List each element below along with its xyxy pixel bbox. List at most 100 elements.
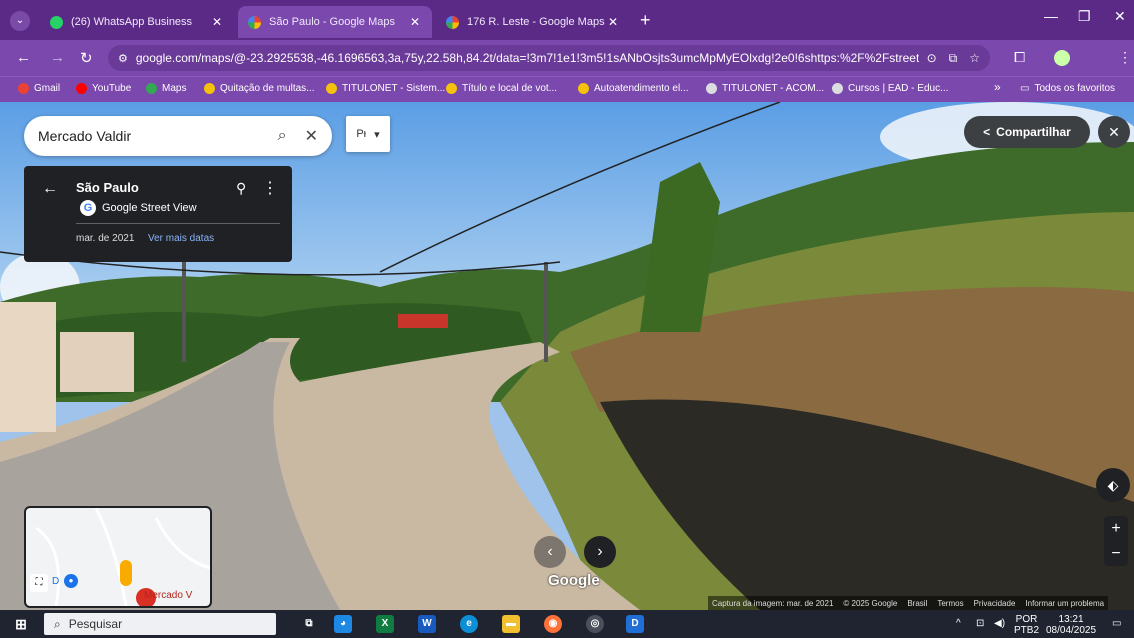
terms-link[interactable]: Termos (937, 599, 963, 608)
clock[interactable]: 13:21 08/04/2025 (1046, 614, 1096, 636)
street-view-info-card: ← São Paulo G Google Street View ⚲ ⋮ mar.… (24, 166, 292, 262)
maps-icon (248, 15, 261, 29)
location-icon[interactable]: ⊙ (927, 51, 937, 66)
tab-label: 176 R. Leste - Google Maps (467, 16, 605, 28)
new-tab-button[interactable]: + (640, 10, 651, 31)
site-icon (578, 83, 589, 94)
privacy-link[interactable]: Privacidade (974, 599, 1016, 608)
taskbar-search[interactable]: ⌕ Pesquisar (44, 613, 276, 635)
chrome-icon[interactable]: ◎ (586, 615, 604, 633)
tab-sao-paulo-maps[interactable]: São Paulo - Google Maps ✕ (238, 6, 432, 38)
google-logo: Google (548, 572, 600, 589)
globe-icon (832, 83, 843, 94)
volume-icon[interactable]: ◀) (994, 618, 1005, 629)
network-icon[interactable]: ⊡ (976, 618, 984, 629)
close-tab-icon[interactable]: ✕ (410, 15, 420, 29)
profile-avatar[interactable] (1054, 50, 1070, 66)
capture-date-attribution: Captura da imagem: mar. de 2021 (712, 598, 834, 608)
menu-dots-icon[interactable]: ⋮ (1118, 49, 1132, 66)
globe-icon (706, 83, 717, 94)
maps-search-box[interactable]: Mercado Valdir ⌕ ✕ (24, 116, 332, 156)
extensions-icon[interactable]: ⧠ (1014, 49, 1025, 66)
location-pin-icon[interactable]: ⚲ (236, 180, 246, 197)
minimize-button[interactable]: — (1044, 8, 1058, 24)
bookmark-gmail[interactable]: Gmail (18, 83, 60, 94)
reload-button[interactable]: ↻ (80, 49, 93, 67)
bookmark-maps[interactable]: Maps (146, 83, 186, 94)
copilot-icon[interactable]: ◕ (334, 615, 352, 633)
previous-arrow-button[interactable]: ‹ (534, 536, 566, 568)
url-text: google.com/maps/@-23.2925538,-46.1696563… (135, 51, 919, 65)
tab-label: São Paulo - Google Maps (269, 16, 395, 28)
country-link[interactable]: Brasil (907, 599, 927, 608)
source-label: G Google Street View (80, 200, 197, 216)
windows-start-icon[interactable]: ⊞ (12, 615, 30, 633)
tab-whatsapp[interactable]: (26) WhatsApp Business ✕ (40, 6, 234, 38)
search-input[interactable]: Mercado Valdir (38, 128, 260, 144)
attribution-bar: Captura da imagem: mar. de 2021 © 2025 G… (708, 596, 1109, 610)
bookmark-titulonet-acom[interactable]: TITULONET - ACOM... (706, 83, 824, 94)
keyboard-icon: Pᵼ (356, 128, 367, 140)
copyright: © 2025 Google (843, 598, 898, 608)
word-icon[interactable]: W (418, 615, 436, 633)
close-street-view-button[interactable]: ✕ (1098, 116, 1130, 148)
see-more-dates-link[interactable]: Ver mais datas (148, 233, 214, 244)
close-tab-icon[interactable]: ✕ (608, 15, 618, 29)
minimap-place-label: Mercado V (144, 590, 193, 601)
site-info-icon[interactable]: ⚙ (118, 52, 128, 65)
close-tab-icon[interactable]: ✕ (212, 15, 222, 29)
tab-rua-leste-maps[interactable]: 176 R. Leste - Google Maps ✕ (436, 6, 630, 38)
close-window-button[interactable]: ✕ (1114, 8, 1126, 25)
bookmark-cursos-ead[interactable]: Cursos | EAD - Educ... (832, 83, 948, 94)
edge-icon[interactable]: e (460, 615, 478, 633)
site-icon (326, 83, 337, 94)
firefox-icon[interactable]: ◉ (544, 615, 562, 633)
excel-icon[interactable]: X (376, 615, 394, 633)
back-button[interactable]: ← (16, 49, 31, 66)
minimap[interactable]: ⛶ D ● Mercado V (24, 506, 212, 608)
bookmark-titulo-local[interactable]: Título e local de vot... (446, 83, 557, 94)
zoom-in-button[interactable]: + (1104, 516, 1128, 541)
more-bookmarks-button[interactable]: » (994, 80, 1001, 94)
tray-chevron-icon[interactable]: ^ (956, 618, 961, 629)
install-icon[interactable]: ⧉ (949, 51, 958, 66)
bookmarks-bar: Gmail YouTube Maps Quitação de multas...… (0, 76, 1134, 102)
compass-icon[interactable]: ⬖ (1096, 468, 1130, 502)
clear-search-icon[interactable]: ✕ (305, 126, 318, 146)
report-problem-link[interactable]: Informar um problema (1025, 599, 1104, 608)
toolbar: ← → ↻ ⚙ google.com/maps/@-23.2925538,-46… (0, 40, 1134, 76)
windows-taskbar: ⊞ ⌕ Pesquisar ⧉ ◕ X W e ▬ ◉ ◎ D ^ ⊡ ◀) P… (0, 610, 1134, 638)
forward-button[interactable]: → (50, 49, 65, 66)
share-button[interactable]: < Compartilhar (964, 116, 1090, 148)
tab-search-button[interactable]: ⌄ (10, 11, 30, 31)
bookmark-titulonet-sistem[interactable]: TITULONET - Sistem... (326, 83, 445, 94)
language-toggle-button[interactable]: Pᵼ ▾ (346, 116, 390, 152)
share-icon: < (983, 125, 991, 139)
search-icon[interactable]: ⌕ (278, 127, 287, 145)
zoom-out-button[interactable]: − (1104, 541, 1128, 566)
bookmark-autoatendimento[interactable]: Autoatendimento el... (578, 83, 689, 94)
all-favorites-folder[interactable]: ▭ Todos os favoritos (1020, 83, 1115, 94)
task-view-icon[interactable]: ⧉ (300, 615, 318, 633)
bookmark-youtube[interactable]: YouTube (76, 83, 131, 94)
maps-icon (146, 83, 157, 94)
bookmark-star-icon[interactable]: ☆ (969, 51, 980, 66)
more-options-icon[interactable]: ⋮ (262, 178, 278, 198)
app-d-icon[interactable]: D (626, 615, 644, 633)
bookmark-quitacao[interactable]: Quitação de multas... (204, 83, 315, 94)
back-arrow-icon[interactable]: ← (42, 180, 58, 198)
notifications-icon[interactable]: ▭ (1112, 618, 1121, 629)
street-view-panorama[interactable]: Mercado Valdir ⌕ ✕ Pᵼ ▾ ← São Paulo G Goo… (0, 102, 1134, 610)
whatsapp-icon (50, 15, 63, 29)
file-explorer-icon[interactable]: ▬ (502, 615, 520, 633)
capture-date: mar. de 2021 (76, 233, 135, 244)
input-language[interactable]: POR PTB2 (1014, 614, 1039, 636)
divider (76, 223, 280, 224)
restore-button[interactable]: ❐ (1078, 8, 1091, 25)
lock-icon: ● (64, 574, 78, 588)
expand-map-icon[interactable]: ⛶ (30, 574, 48, 592)
place-title: São Paulo (76, 180, 139, 195)
pegman-icon[interactable] (120, 560, 132, 586)
next-arrow-button[interactable]: › (584, 536, 616, 568)
address-bar[interactable]: ⚙ google.com/maps/@-23.2925538,-46.16965… (108, 45, 990, 71)
